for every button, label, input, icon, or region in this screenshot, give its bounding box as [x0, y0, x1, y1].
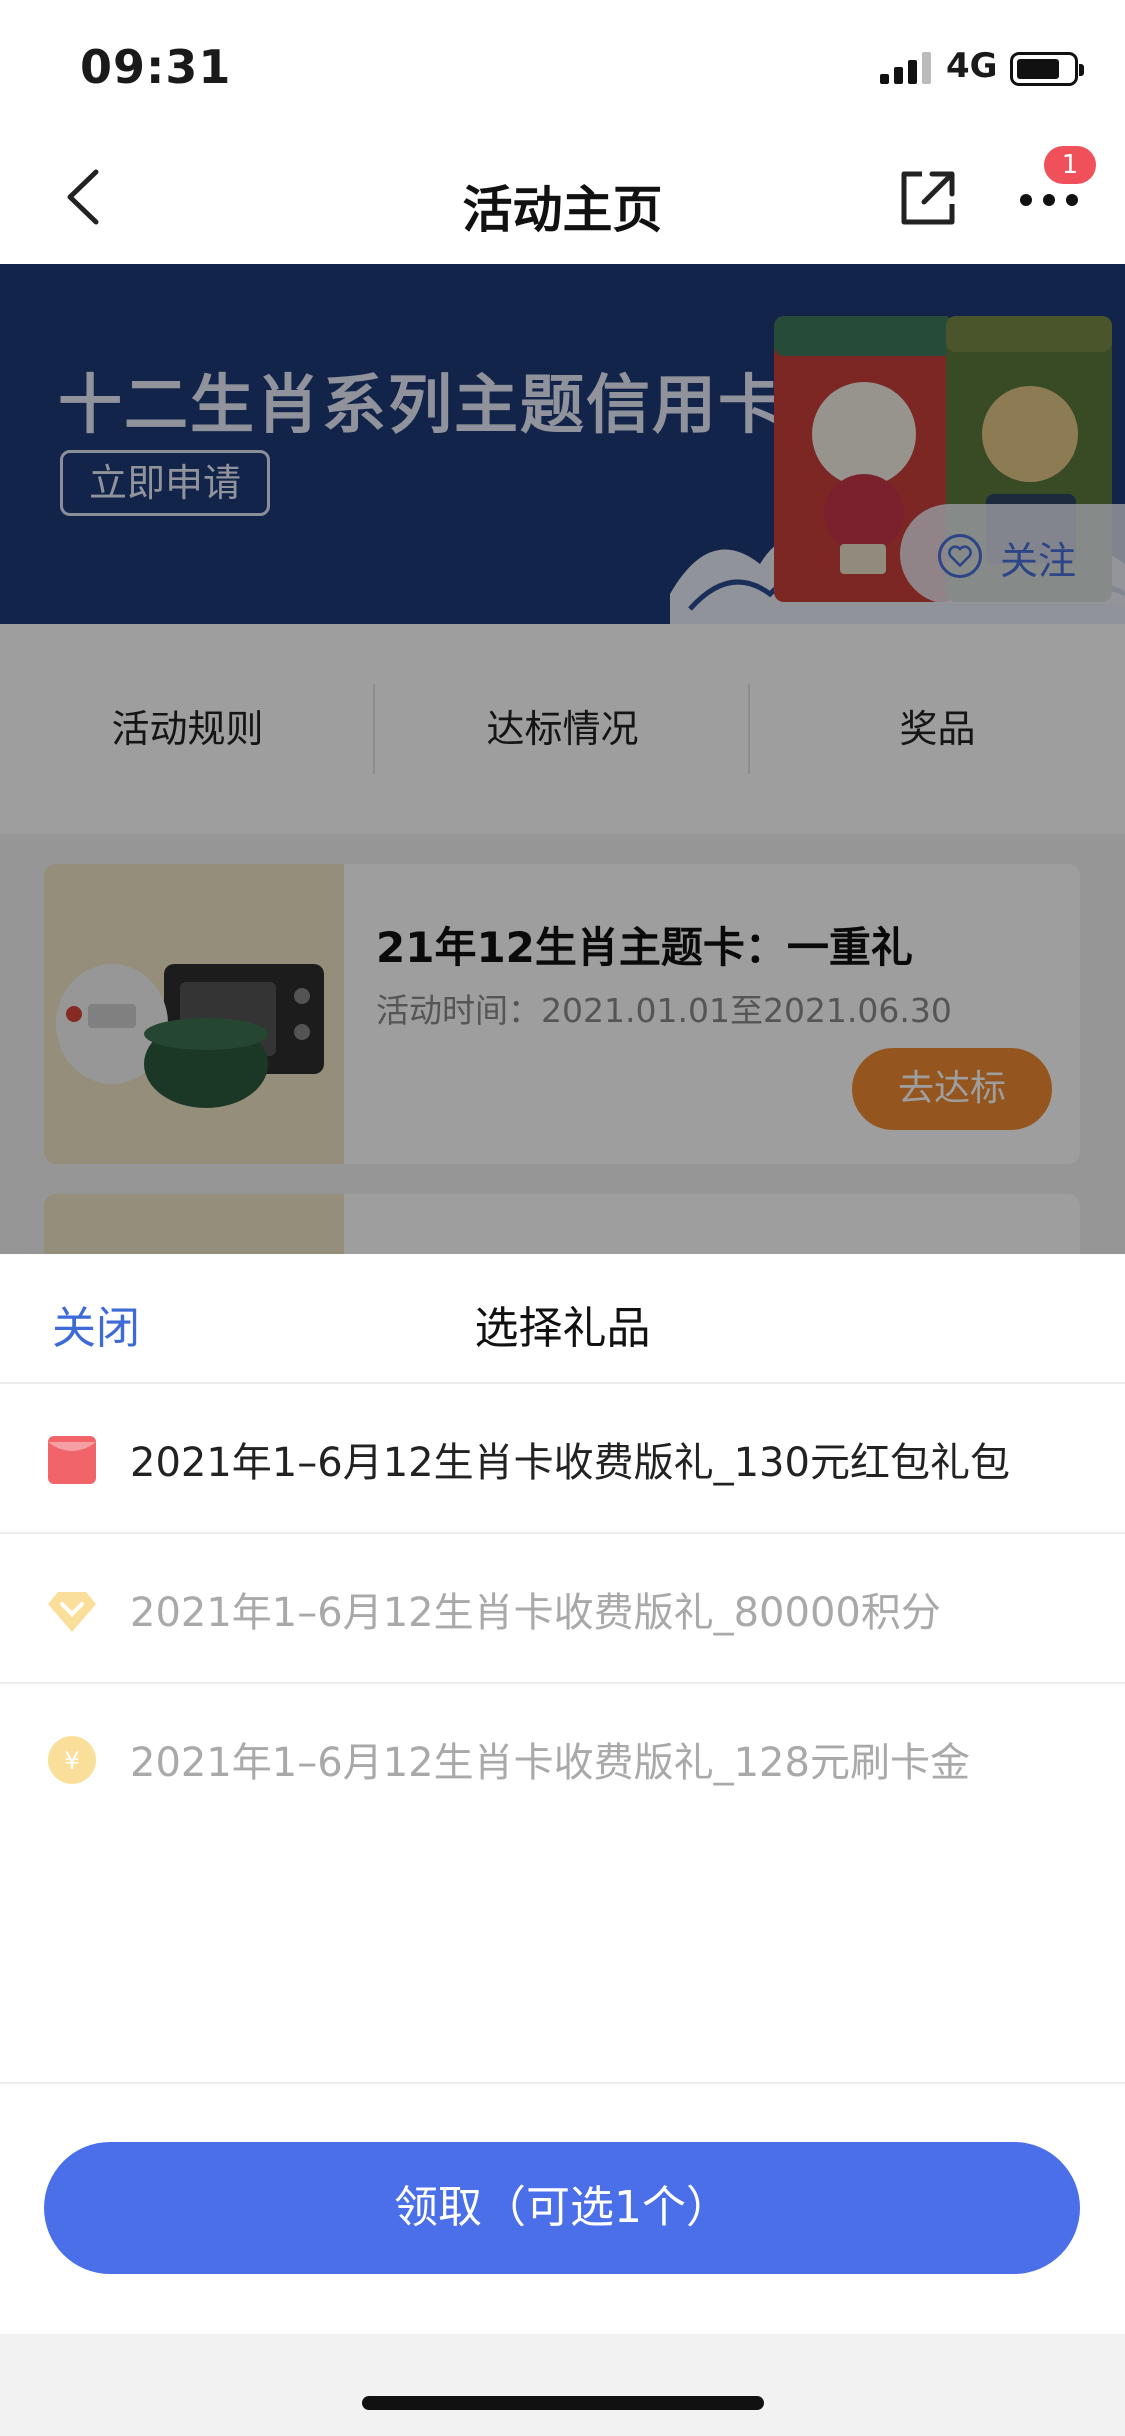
nav-bar: 活动主页 [0, 132, 1125, 264]
sheet-title: 选择礼品 [474, 1303, 651, 1354]
divider [0, 2082, 1125, 2084]
red-envelope-icon [48, 1436, 96, 1484]
signal-icon [880, 52, 932, 84]
network-label: 4G [946, 46, 998, 86]
notification-badge: 1 [1044, 146, 1096, 184]
gift-label: 2021年1–6月12生肖卡收费版礼_128元刷卡金 [130, 1740, 970, 1786]
share-icon[interactable] [896, 166, 960, 230]
sheet-header: 关闭 选择礼品 [0, 1254, 1125, 1384]
diamond-icon [48, 1592, 96, 1632]
modal-overlay[interactable] [0, 264, 1125, 1254]
gift-option[interactable]: 2021年1–6月12生肖卡收费版礼_130元红包礼包 [0, 1384, 1125, 1534]
gift-label: 2021年1–6月12生肖卡收费版礼_80000积分 [130, 1590, 941, 1636]
gift-option[interactable]: 2021年1–6月12生肖卡收费版礼_80000积分 [0, 1534, 1125, 1684]
gift-label: 2021年1–6月12生肖卡收费版礼_130元红包礼包 [130, 1440, 1010, 1486]
status-time: 09:31 [80, 40, 232, 94]
gift-option[interactable]: ¥ 2021年1–6月12生肖卡收费版礼_128元刷卡金 [0, 1684, 1125, 1834]
status-bar: 09:31 4G [0, 0, 1125, 132]
yen-coin-icon: ¥ [48, 1736, 96, 1784]
claim-button[interactable]: 领取（可选1个） [44, 2142, 1080, 2274]
home-indicator[interactable] [362, 2396, 764, 2410]
battery-icon [1010, 52, 1084, 86]
home-area [0, 2334, 1125, 2436]
gift-selection-sheet: 关闭 选择礼品 2021年1–6月12生肖卡收费版礼_130元红包礼包 2021… [0, 1254, 1125, 2436]
svg-text:¥: ¥ [64, 1747, 79, 1775]
